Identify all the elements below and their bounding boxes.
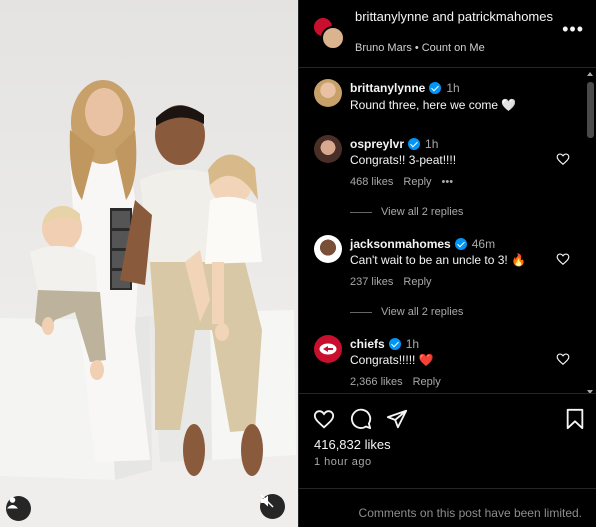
comment-time[interactable]: 1h xyxy=(406,337,419,351)
comment-time[interactable]: 46m xyxy=(472,237,495,251)
comment-meta: 2,366 likes Reply xyxy=(350,376,451,388)
avatar-brittanylynne[interactable] xyxy=(314,79,342,107)
scroll-up-arrow-icon[interactable] xyxy=(587,72,593,76)
more-options-button[interactable]: ••• xyxy=(562,20,584,38)
collab-usernames[interactable]: brittanylynne and patrickmahomes xyxy=(355,9,555,25)
post-header: brittanylynne and patrickmahomes Bruno M… xyxy=(299,0,596,68)
comment-username[interactable]: ospreylvr 1h xyxy=(350,137,438,151)
reply-button[interactable]: Reply xyxy=(413,376,441,388)
comments-limited-notice: Comments on this post have been limited. xyxy=(299,488,596,527)
comment-more-button[interactable]: ••• xyxy=(442,176,454,188)
heart-icon[interactable] xyxy=(313,408,335,430)
person-icon xyxy=(7,497,18,509)
replies-divider xyxy=(350,311,372,313)
song-title: Count on Me xyxy=(421,42,485,54)
mute-button[interactable] xyxy=(260,494,285,519)
comment-text: Can't wait to be an uncle to 3! 🔥 xyxy=(350,253,526,267)
like-comment-heart-icon[interactable] xyxy=(556,352,570,366)
audio-attribution[interactable]: Bruno Mars • Count on Me xyxy=(355,42,485,54)
comment-meta: 237 likes Reply xyxy=(350,276,442,288)
send-icon[interactable] xyxy=(386,408,408,430)
post-likes-count[interactable]: 416,832 likes xyxy=(314,437,391,452)
bookmark-icon[interactable] xyxy=(564,408,586,430)
avatar-ospreylvr[interactable] xyxy=(314,135,342,163)
verified-badge-icon xyxy=(454,238,467,250)
family-photo-illustration xyxy=(0,80,298,527)
comments-list[interactable]: brittanylynne 1h Round three, here we com… xyxy=(299,69,596,393)
comment-icon[interactable] xyxy=(350,408,372,430)
comment-likes[interactable]: 237 likes xyxy=(350,276,393,288)
replies-divider xyxy=(350,211,372,213)
view-replies-button[interactable]: View all 2 replies xyxy=(350,306,463,318)
verified-badge-icon xyxy=(408,138,421,150)
caption-text: Round three, here we come 🤍 xyxy=(350,98,517,112)
scroll-thumb[interactable] xyxy=(587,82,594,138)
post-details-panel: brittanylynne and patrickmahomes Bruno M… xyxy=(299,0,596,527)
reply-button[interactable]: Reply xyxy=(403,176,431,188)
comment-time[interactable]: 1h xyxy=(425,137,438,151)
arrowhead-logo-icon xyxy=(319,343,337,355)
comment-username[interactable]: chiefs 1h xyxy=(350,337,419,351)
verified-badge-icon xyxy=(388,338,401,350)
song-artist: Bruno Mars xyxy=(355,42,412,54)
post-timestamp[interactable]: 1 hour ago xyxy=(314,456,372,468)
audio-separator: • xyxy=(414,42,419,54)
avatar-chiefs[interactable] xyxy=(314,335,342,363)
like-comment-heart-icon[interactable] xyxy=(556,252,570,266)
avatar-brittanylynne[interactable] xyxy=(321,26,345,50)
comment-time[interactable]: 1h xyxy=(446,81,459,95)
comments-scrollbar[interactable] xyxy=(586,72,594,394)
comment-text: Congrats!! 3-peat!!!! xyxy=(350,153,457,167)
post-photo[interactable] xyxy=(0,0,298,527)
post-actions: 416,832 likes 1 hour ago xyxy=(299,393,596,488)
avatar-jacksonmahomes[interactable] xyxy=(314,235,342,263)
comment-text: Congrats!!!!! ❤️ xyxy=(350,353,434,367)
comment-likes[interactable]: 468 likes xyxy=(350,176,393,188)
comment-likes[interactable]: 2,366 likes xyxy=(350,376,403,388)
verified-badge-icon xyxy=(429,82,442,94)
view-replies-button[interactable]: View all 2 replies xyxy=(350,206,463,218)
comment-username[interactable]: brittanylynne 1h xyxy=(350,81,460,95)
comment-meta: 468 likes Reply ••• xyxy=(350,176,463,188)
speaker-muted-icon xyxy=(260,494,274,508)
reply-button[interactable]: Reply xyxy=(403,276,431,288)
tagged-people-button[interactable] xyxy=(6,496,31,521)
comment-username[interactable]: jacksonmahomes 46m xyxy=(350,237,495,251)
instagram-post-viewer: brittanylynne and patrickmahomes Bruno M… xyxy=(0,0,596,527)
like-comment-heart-icon[interactable] xyxy=(556,152,570,166)
collab-avatars[interactable] xyxy=(312,16,346,50)
